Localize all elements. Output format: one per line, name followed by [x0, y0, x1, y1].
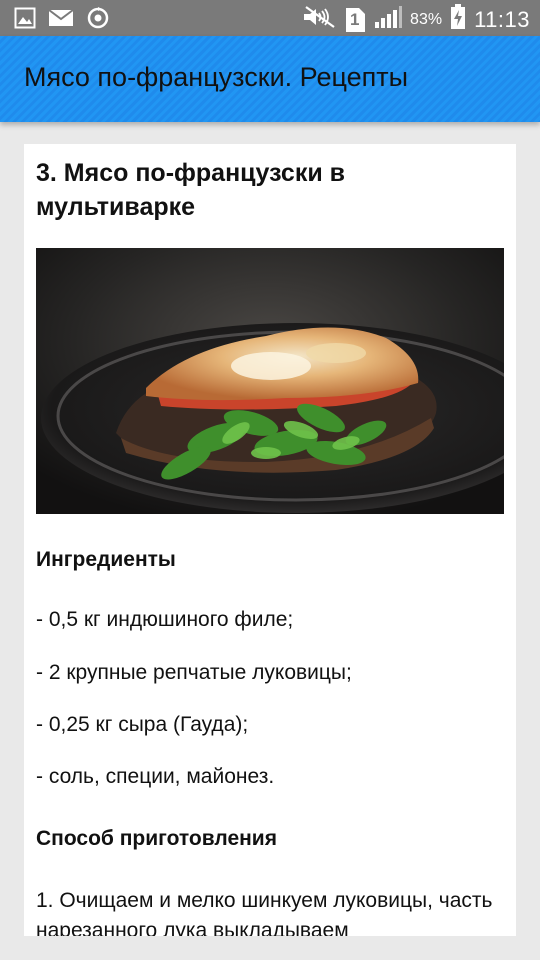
- sync-icon: [86, 6, 110, 35]
- sim-slot-label: 1: [350, 9, 360, 29]
- app-title: Мясо по-французски. Рецепты: [24, 62, 409, 92]
- app-bar: Мясо по-французски. Рецепты: [0, 36, 540, 122]
- clock: 11:13: [474, 6, 530, 32]
- dish-photo-illustration: [36, 248, 504, 514]
- signal-icon: [374, 5, 403, 34]
- image-icon: [14, 7, 36, 34]
- mail-icon: [48, 8, 74, 33]
- recipe-title: 3. Мясо по-французски в мультиварке: [36, 159, 346, 221]
- method-heading: Способ приготовления: [36, 827, 277, 850]
- recipe-photo: [36, 248, 504, 514]
- battery-charging-icon: [450, 4, 466, 35]
- status-bar: 1 83% 11:13: [0, 0, 540, 36]
- mute-icon: [302, 5, 336, 34]
- ingredient-item: - 0,25 кг сыра (Гауда);: [36, 713, 249, 736]
- ingredient-item: - 0,5 кг индюшиного филе;: [36, 608, 294, 631]
- sim-icon: 1: [344, 7, 366, 33]
- method-text: 1. Очищаем и мелко шинкуем луковицы, час…: [36, 889, 493, 936]
- ingredient-item: - 2 крупные репчатые луковицы;: [36, 661, 352, 684]
- battery-percent: 83%: [410, 10, 443, 28]
- recipe-card[interactable]: 3. Мясо по-французски в мультиварке Ингр…: [24, 144, 516, 936]
- ingredient-item: - соль, специи, майонез.: [36, 765, 275, 788]
- ingredients-heading: Ингредиенты: [36, 548, 176, 571]
